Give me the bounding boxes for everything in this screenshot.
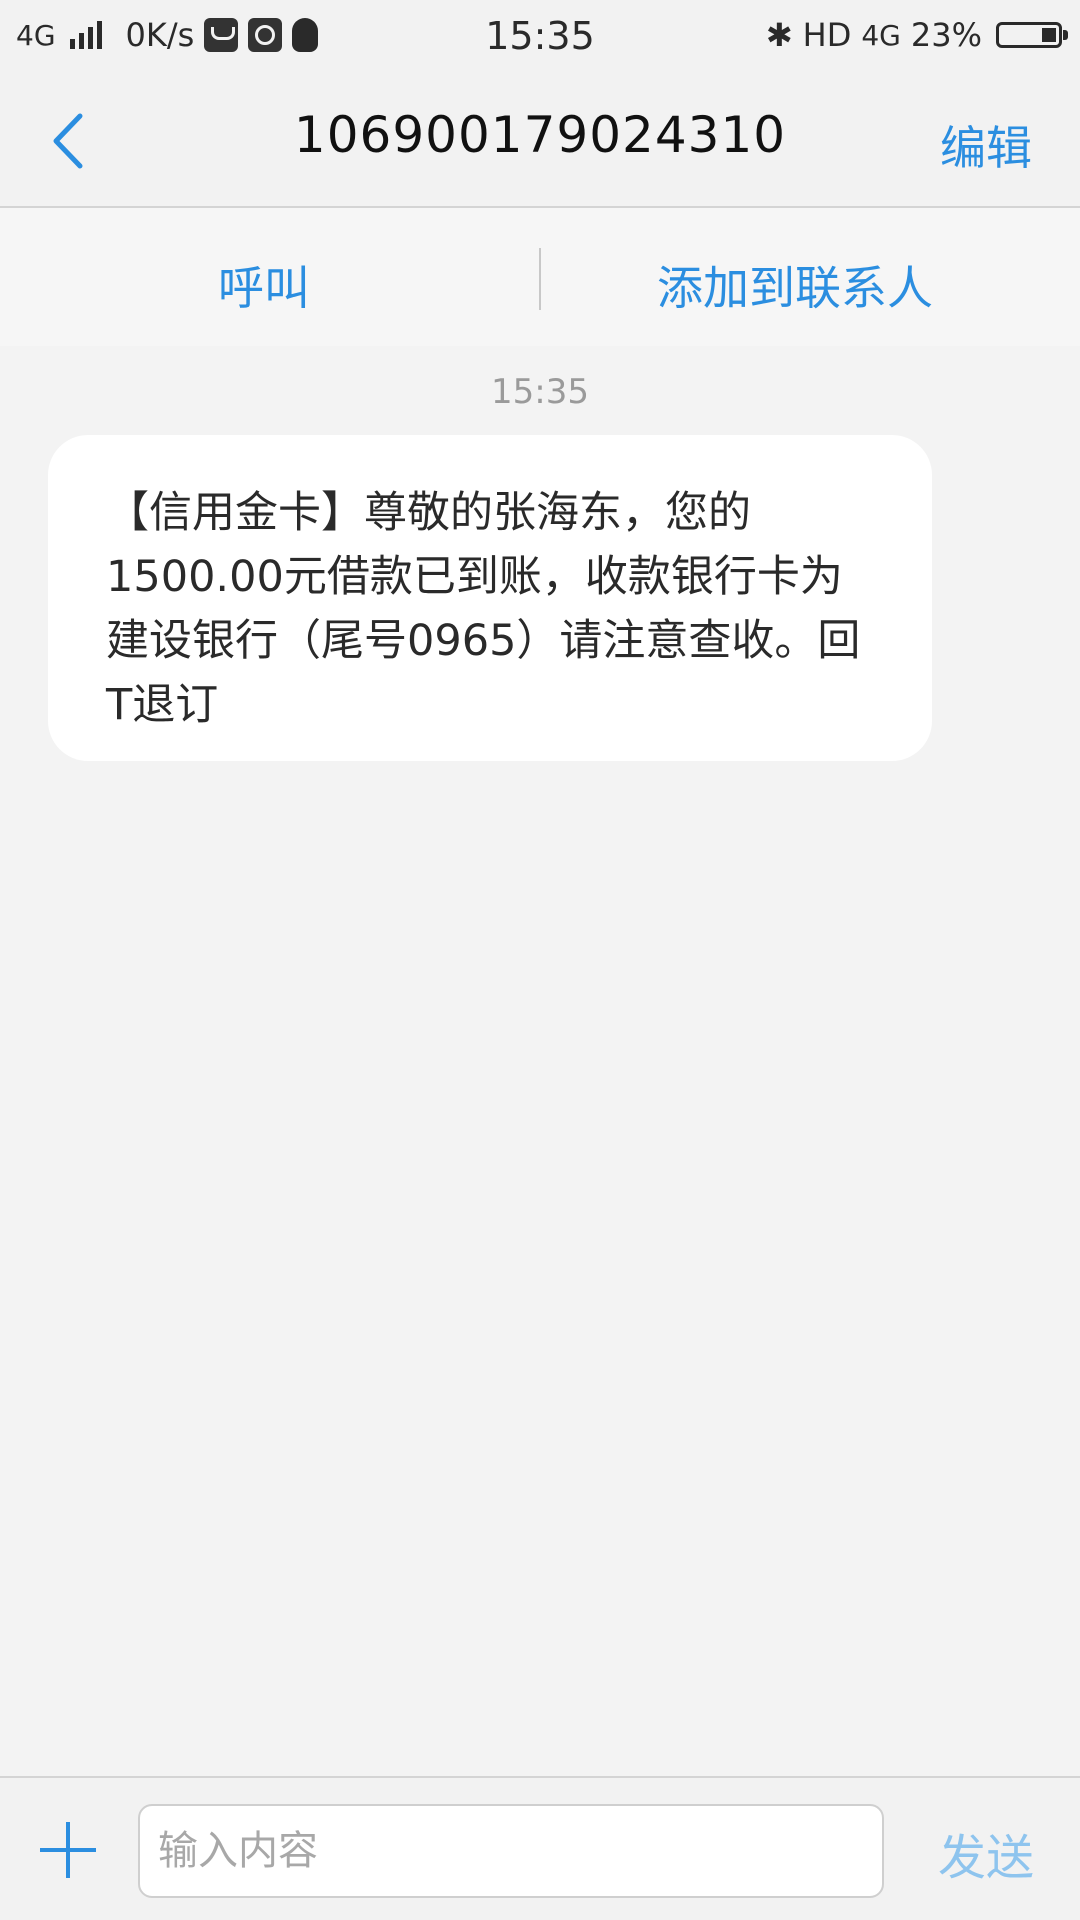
battery-icon (996, 22, 1068, 48)
composer-bar: 发送 (0, 1776, 1080, 1920)
add-to-contacts-button[interactable]: 添加到联系人 (657, 252, 933, 318)
network-type-label-right: 4G (861, 18, 901, 52)
page-title: 106900179024310 (293, 106, 787, 164)
message-text: 【信用金卡】尊敬的张海东，您的1500.00元借款已到账，收款银行卡为建设银行（… (106, 488, 861, 730)
edit-button[interactable]: 编辑 (940, 112, 1032, 178)
message-bubble[interactable]: 【信用金卡】尊敬的张海东，您的1500.00元借款已到账，收款银行卡为建设银行（… (48, 435, 932, 761)
plus-icon[interactable] (40, 1822, 96, 1878)
bluetooth-icon: ✱ (765, 16, 793, 54)
title-bar: 106900179024310 编辑 (0, 76, 1080, 208)
call-button[interactable]: 呼叫 (218, 252, 310, 318)
action-bar: 呼叫 添加到联系人 (0, 208, 1080, 346)
battery-percent: 23% (910, 16, 982, 54)
hd-label: HD (802, 16, 852, 54)
status-right: ✱ HD 4G 23% (765, 16, 1068, 54)
message-timestamp: 15:35 (491, 372, 589, 412)
message-input[interactable] (138, 1804, 884, 1898)
send-button[interactable]: 发送 (938, 1818, 1034, 1888)
status-bar: 4G 0K/s 15:35 ✱ HD 4G 23% (0, 0, 1080, 76)
action-divider (539, 248, 541, 310)
